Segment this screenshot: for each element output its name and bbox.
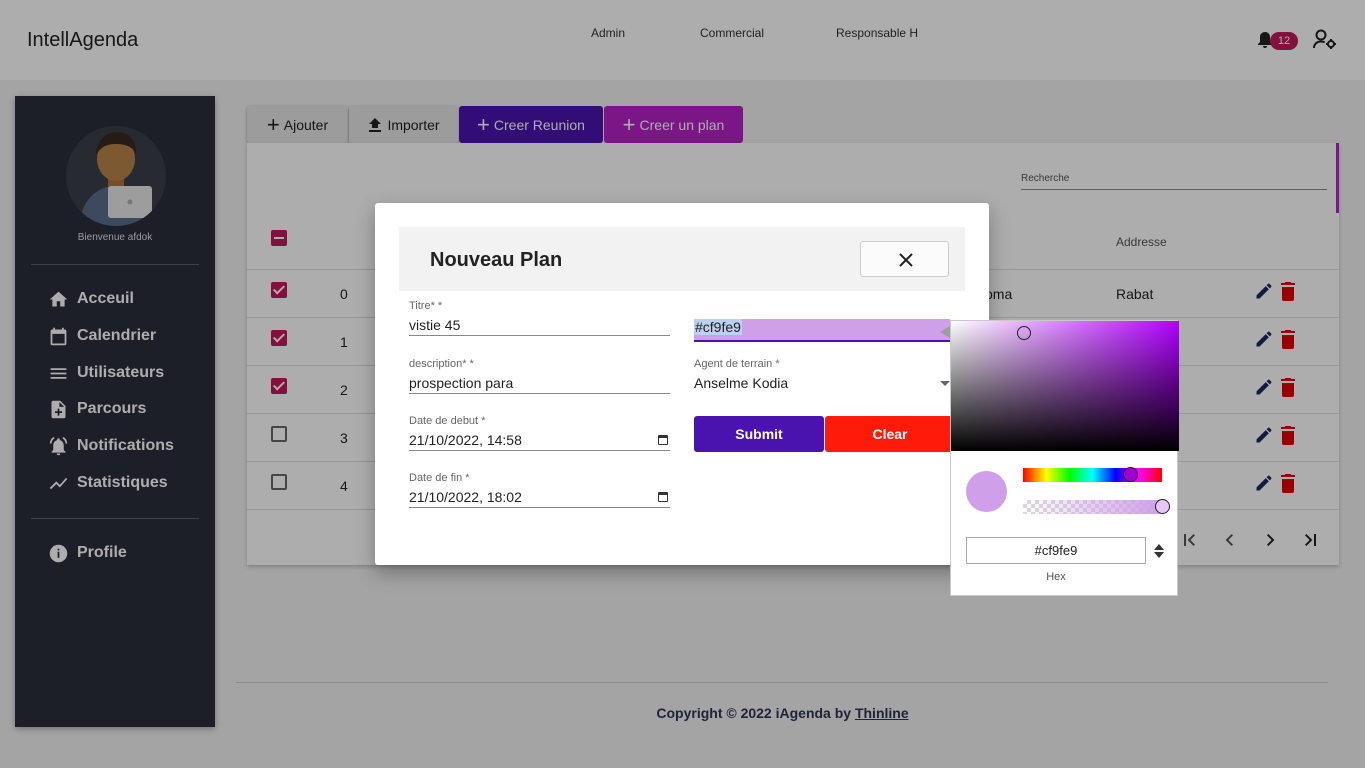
agent-value: Anselme Kodia	[694, 375, 789, 391]
format-toggle-icon[interactable]	[1153, 542, 1165, 560]
dialog-title: Nouveau Plan	[430, 249, 563, 271]
start-date-label: Date de debut *	[409, 415, 486, 427]
calendar-icon[interactable]	[658, 492, 668, 502]
picker-pointer	[940, 326, 950, 338]
color-input[interactable]: #cf9fe9	[694, 319, 950, 342]
end-date-label: Date de fin *	[409, 472, 470, 484]
titre-input[interactable]: vistie 45	[409, 314, 670, 336]
close-button[interactable]	[860, 241, 949, 277]
description-label: description* *	[409, 358, 474, 370]
saturation-handle[interactable]	[1017, 326, 1031, 340]
titre-label: Titre* *	[409, 300, 443, 312]
calendar-icon[interactable]	[658, 435, 668, 445]
hue-slider[interactable]	[1023, 468, 1162, 482]
description-input[interactable]: prospection para	[409, 372, 670, 394]
description-field[interactable]: description* * prospection para	[409, 358, 670, 394]
color-swatch	[966, 471, 1007, 512]
saturation-area[interactable]	[951, 321, 1179, 451]
alpha-slider[interactable]	[1023, 500, 1162, 514]
end-date-input[interactable]: 21/10/2022, 18:02	[409, 486, 670, 508]
chevron-down-icon	[940, 381, 950, 386]
agent-select[interactable]: Anselme Kodia	[694, 372, 950, 394]
titre-field[interactable]: Titre* * vistie 45	[409, 300, 670, 336]
start-date-input[interactable]: 21/10/2022, 14:58	[409, 429, 670, 451]
clear-button[interactable]: Clear	[825, 416, 955, 452]
hue-handle[interactable]	[1123, 467, 1138, 482]
agent-label: Agent de terrain *	[694, 358, 780, 370]
hex-label: Hex	[1046, 571, 1066, 583]
close-icon	[899, 253, 913, 267]
end-date-field[interactable]: Date de fin * 21/10/2022, 18:02	[409, 472, 670, 508]
color-value: #cf9fe9	[694, 319, 742, 335]
color-picker: #cf9fe9 Hex	[950, 320, 1179, 596]
hex-input[interactable]: #cf9fe9	[966, 537, 1146, 564]
submit-button[interactable]: Submit	[694, 416, 824, 452]
agent-field[interactable]: Agent de terrain * Anselme Kodia	[694, 358, 950, 394]
dialog-header: Nouveau Plan	[399, 227, 965, 291]
start-date-field[interactable]: Date de debut * 21/10/2022, 14:58	[409, 415, 670, 451]
start-date-value: 21/10/2022, 14:58	[409, 432, 522, 448]
alpha-handle[interactable]	[1155, 499, 1170, 514]
end-date-value: 21/10/2022, 18:02	[409, 489, 522, 505]
